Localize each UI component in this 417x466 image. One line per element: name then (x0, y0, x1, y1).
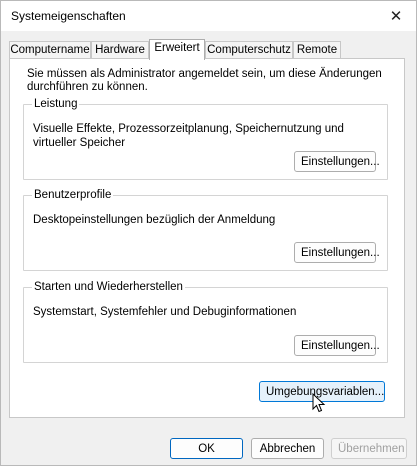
user-profiles-settings-button[interactable]: Einstellungen... (294, 242, 380, 263)
ok-button[interactable]: OK (170, 438, 243, 459)
group-title-user-profiles: Benutzerprofile (32, 188, 114, 202)
group-user-profiles: Benutzerprofile Desktopeinstellungen bez… (23, 188, 388, 271)
tab-erweitert[interactable]: Erweitert (149, 39, 205, 60)
startup-recovery-settings-button[interactable]: Einstellungen... (294, 335, 380, 356)
apply-button[interactable]: Übernehmen (331, 438, 407, 459)
title-bar: Systemeigenschaften ✕ (1, 1, 416, 31)
group-performance: Leistung Visuelle Effekte, Prozessorzeit… (23, 97, 388, 180)
admin-notice: Sie müssen als Administrator angemeldet … (27, 68, 382, 93)
group-desc-user-profiles: Desktopeinstellungen bezüglich der Anmel… (33, 214, 276, 226)
group-desc-performance: Visuelle Effekte, Prozessorzeitplanung, … (33, 123, 344, 149)
group-title-startup-recovery: Starten und Wiederherstellen (32, 280, 185, 294)
tab-remote[interactable]: Remote (293, 41, 341, 58)
tab-computerschutz[interactable]: Computerschutz (205, 41, 293, 58)
system-properties-window: Systemeigenschaften ✕ Computername Hardw… (0, 0, 417, 466)
group-desc-startup-recovery: Systemstart, Systemfehler und Debuginfor… (33, 306, 297, 318)
mouse-pointer-icon (312, 393, 326, 413)
close-icon: ✕ (389, 8, 403, 25)
performance-settings-button[interactable]: Einstellungen... (294, 151, 380, 172)
cancel-button[interactable]: Abbrechen (251, 438, 324, 459)
tab-computername[interactable]: Computername (9, 41, 91, 58)
tab-hardware[interactable]: Hardware (91, 41, 149, 58)
close-button[interactable]: ✕ (384, 5, 408, 27)
group-title-performance: Leistung (32, 97, 80, 111)
tab-panel-erweitert: Sie müssen als Administrator angemeldet … (9, 58, 405, 418)
group-startup-recovery: Starten und Wiederherstellen Systemstart… (23, 280, 388, 363)
window-title: Systemeigenschaften (11, 9, 126, 23)
